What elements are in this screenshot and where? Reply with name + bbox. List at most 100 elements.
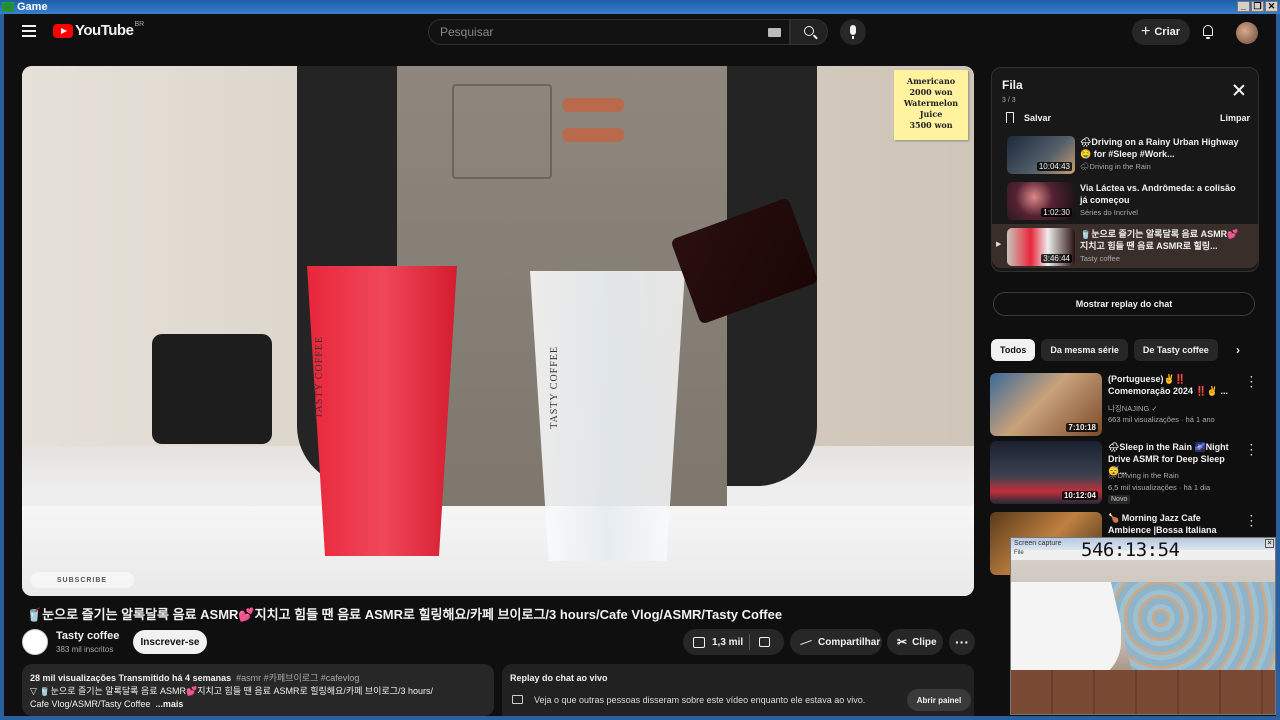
duration: 10:12:04	[1061, 491, 1098, 500]
video-coffee-machine	[152, 334, 272, 444]
queue-item-title: 🌧Driving on a Rainy Urban Highway 🤤 for …	[1080, 137, 1239, 159]
share-label: Compartilhar	[818, 636, 881, 648]
youtube-logo[interactable]: YouTube BR	[53, 21, 145, 39]
user-avatar[interactable]	[1236, 22, 1258, 44]
save-queue-button[interactable]: Salvar	[1006, 112, 1051, 123]
more-actions-button[interactable]: ···	[949, 629, 975, 655]
chip-all[interactable]: Todos	[991, 339, 1036, 361]
video-apron-pocket	[452, 84, 552, 179]
chat-icon	[512, 695, 523, 704]
clip-button[interactable]: ✂ Clipe	[887, 629, 943, 655]
chevron-right-icon[interactable]: ›	[1236, 343, 1240, 357]
chip-same-series[interactable]: Da mesma série	[1041, 339, 1128, 361]
subscribe-button[interactable]: Inscrever-se	[133, 630, 207, 654]
cup-label: TASTY COFFEE	[549, 346, 560, 429]
queue-item[interactable]: 1:02:30 Via Láctea vs. Andrômeda: a coli…	[992, 178, 1258, 222]
video-red-drink	[307, 266, 457, 556]
window-title: Game	[17, 1, 48, 13]
queue-item-channel: Tasty coffee	[1080, 254, 1120, 263]
note-line: 2000 won	[909, 87, 953, 97]
timer-readout: 546:13:54	[1081, 539, 1180, 561]
video-apron-strap	[562, 128, 624, 142]
recommendation-item[interactable]: 7:10:18 (Portuguese)✌️‼️ Comemoração 202…	[990, 373, 1260, 437]
share-icon	[800, 639, 812, 645]
bookmark-icon	[1006, 112, 1014, 123]
close-window-button[interactable]: ✕	[1265, 1, 1278, 12]
create-button[interactable]: + Criar	[1132, 19, 1190, 45]
view-stats: 28 mil visualizações Transmitido há 4 se…	[30, 673, 232, 683]
chat-replay-panel: Replay do chat ao vivo Veja o que outras…	[502, 664, 974, 716]
recommendation-channel: 🌧Driving in the Rain	[1108, 471, 1179, 480]
close-icon[interactable]	[1232, 83, 1246, 97]
price-sticky-note: Americano 2000 won Watermelon Juice 3500…	[894, 70, 968, 140]
save-label: Salvar	[1024, 112, 1052, 123]
note-line: Watermelon	[903, 98, 959, 108]
microphone-icon	[850, 25, 856, 35]
maximize-button[interactable]: ❐	[1251, 1, 1264, 12]
video-title: 🥤눈으로 즐기는 알록달록 음료 ASMR💕지치고 힘들 땐 음료 ASMR로 …	[26, 607, 783, 622]
video-apron-strap	[562, 98, 624, 112]
recommendation-channel: 나징NAJING ✓	[1108, 404, 1158, 413]
like-button[interactable]: 1,3 mil	[683, 629, 784, 655]
subscribe-watermark: SUBSCRIBE	[30, 572, 134, 588]
search-box	[428, 19, 790, 45]
recommendation-thumbnail: 7:10:18	[990, 373, 1102, 436]
queue-panel: Fila 3 / 3 Salvar Limpar 10:04:43 🌧Drivi…	[991, 67, 1259, 272]
duration: 10:04:43	[1036, 162, 1072, 171]
subscriber-count: 383 mil inscritos	[56, 645, 114, 654]
country-code: BR	[134, 21, 145, 28]
thumbs-up-icon	[693, 636, 705, 648]
recommendation-meta: 663 mil visualizações · há 1 ano	[1108, 415, 1215, 424]
duration: 7:10:18	[1066, 423, 1098, 432]
description-box[interactable]: 28 mil visualizações Transmitido há 4 se…	[22, 664, 494, 716]
screen-capture-overlay[interactable]: Screen capture × File 546:13:54	[1010, 537, 1276, 715]
logo-text: YouTube	[75, 22, 134, 39]
window-title-bar: Game _ ❐ ✕	[0, 0, 1280, 14]
channel-avatar[interactable]	[22, 629, 48, 655]
queue-item-playing[interactable]: ▶ 3:46:44 🥤눈으로 즐기는 알록달록 음료 ASMR💕지치고 힘들 땐…	[992, 224, 1258, 268]
voice-search-button[interactable]	[840, 19, 866, 45]
hamburger-menu-icon[interactable]	[22, 25, 36, 37]
keyboard-icon[interactable]	[768, 28, 781, 37]
open-panel-button[interactable]: Abrir painel	[907, 689, 971, 711]
queue-thumbnail: 10:04:43	[1007, 136, 1075, 174]
recommendation-title: (Portuguese)✌️‼️ Comemoração 2024 ‼️✌️ .…	[1108, 374, 1228, 396]
description-line: ▽ 🥤눈으로 즐기는 알록달록 음료 ASMR💕지치고 힘들 땐 음료 ASMR…	[30, 686, 434, 696]
minimize-button[interactable]: _	[1237, 1, 1250, 12]
now-playing-icon: ▶	[996, 241, 1002, 248]
queue-item-title: 🥤눈으로 즐기는 알록달록 음료 ASMR💕지치고 힘들 땐 음료 ASMR로 …	[1080, 229, 1239, 251]
clear-queue-button[interactable]: Limpar	[1220, 113, 1250, 123]
search-button[interactable]	[790, 19, 828, 45]
filter-chips: Todos Da mesma série De Tasty coffee	[991, 339, 1218, 361]
hashtags[interactable]: #asmr #카페브이로그 #cafevlog	[236, 673, 359, 683]
queue-item-title: Via Láctea vs. Andrômeda: a colisão já c…	[1080, 183, 1236, 205]
recommendation-item[interactable]: 10:12:04 🌧Sleep in the Rain 🌌Night Drive…	[990, 441, 1260, 505]
thumbs-down-icon[interactable]	[759, 637, 770, 647]
video-player[interactable]: TASTY COFFEE TASTY COFFEE Americano 2000…	[22, 66, 974, 596]
description-line: Cafe Vlog/ASMR/Tasty Coffee	[30, 699, 151, 709]
overlay-title: Screen capture	[1014, 540, 1062, 547]
search-input[interactable]	[440, 25, 740, 39]
plus-icon: +	[1141, 23, 1151, 40]
queue-title: Fila	[1002, 78, 1023, 92]
new-badge: Novo	[1108, 495, 1131, 504]
channel-name[interactable]: Tasty coffee	[56, 630, 119, 642]
more-options-icon[interactable]: · · ·	[1250, 512, 1253, 532]
scissors-icon: ✂	[897, 635, 908, 649]
chat-replay-header: Replay do chat ao vivo	[510, 673, 608, 683]
chip-from-channel[interactable]: De Tasty coffee	[1133, 339, 1218, 361]
notifications-bell-icon[interactable]	[1201, 24, 1215, 40]
queue-count: 3 / 3	[1002, 97, 1016, 104]
search-icon	[804, 26, 814, 36]
app-icon	[2, 2, 14, 12]
show-more-link[interactable]: ...mais	[155, 699, 183, 709]
more-options-icon[interactable]: · · ·	[1250, 373, 1253, 393]
more-options-icon[interactable]: · · ·	[1250, 441, 1253, 461]
overlay-close-button[interactable]: ×	[1265, 539, 1274, 548]
queue-item-channel: 🌧Driving in the Rain	[1080, 162, 1151, 171]
share-button[interactable]: Compartilhar	[790, 629, 882, 655]
show-chat-replay-button[interactable]: Mostrar replay do chat	[993, 292, 1255, 316]
cup-label: TASTY COFFEE	[314, 336, 325, 419]
clip-label: Clipe	[912, 636, 937, 648]
queue-item[interactable]: 10:04:43 🌧Driving on a Rainy Urban Highw…	[992, 132, 1258, 176]
